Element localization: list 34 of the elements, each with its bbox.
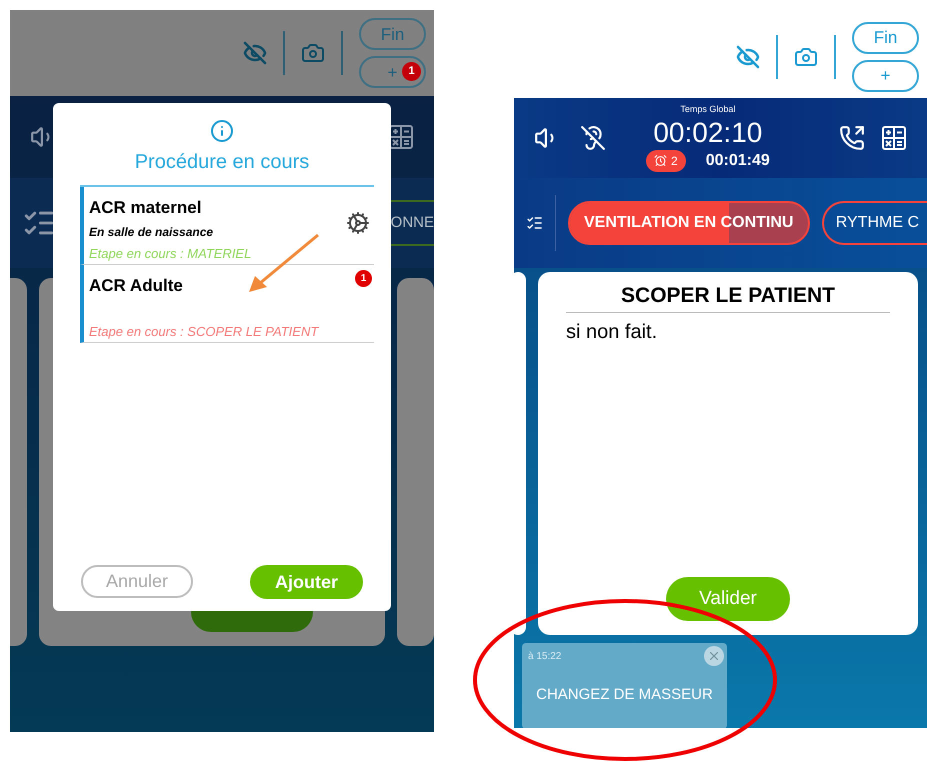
muted-ear-icon[interactable] (580, 125, 606, 151)
toast-message: CHANGEZ DE MASSEUR (535, 685, 714, 705)
alarm-icon (654, 154, 667, 168)
notification-badge: 1 (355, 270, 372, 287)
procedure-name: ACR maternel (89, 197, 202, 219)
toast-time: à 15:22 (528, 650, 562, 664)
toolbar-button[interactable]: + (852, 60, 919, 92)
dialog-title: Procédure en cours (134, 150, 310, 175)
card-text: si non fait. (566, 320, 658, 344)
cancel-button[interactable]: Annuler (81, 565, 193, 598)
add-button[interactable]: Ajouter (250, 565, 363, 599)
step-tab[interactable]: RYTHME C (822, 201, 927, 245)
phone-icon[interactable] (839, 125, 865, 151)
global-timer: 00:02:10 (653, 116, 762, 149)
procedure-subtitle: En salle de naissance (89, 224, 214, 240)
camera-icon[interactable] (301, 41, 325, 65)
alarm-badge[interactable]: 2 (646, 150, 686, 172)
timer-label: Temps Global (680, 103, 736, 116)
step-tab[interactable]: VENTILATION EN CONTINU (568, 201, 810, 245)
gear-icon (346, 211, 370, 235)
notification-badge: 1 (402, 62, 421, 81)
procedure-step: Etape en cours : SCOPER LE PATIENT (89, 322, 366, 341)
procedure-item[interactable]: ACR maternel En salle de naissance Etape en cours : MATERIEL (80, 187, 374, 265)
elapsed-timer: 00:01:49 (706, 150, 770, 171)
info-icon (210, 119, 234, 143)
procedure-step: Etape en cours : MATERIEL (89, 244, 366, 263)
card-title: SCOPER LE PATIENT (566, 280, 890, 312)
toolbar-button[interactable]: + 1 (359, 56, 426, 88)
calculator-icon[interactable] (388, 124, 414, 150)
validate-button[interactable]: Valider (666, 577, 790, 621)
procedure-name: ACR Adulte (89, 275, 183, 297)
toolbar-button[interactable]: Fin (852, 22, 919, 54)
hidden-eye-icon[interactable] (243, 41, 267, 65)
hidden-eye-icon[interactable] (736, 44, 760, 68)
